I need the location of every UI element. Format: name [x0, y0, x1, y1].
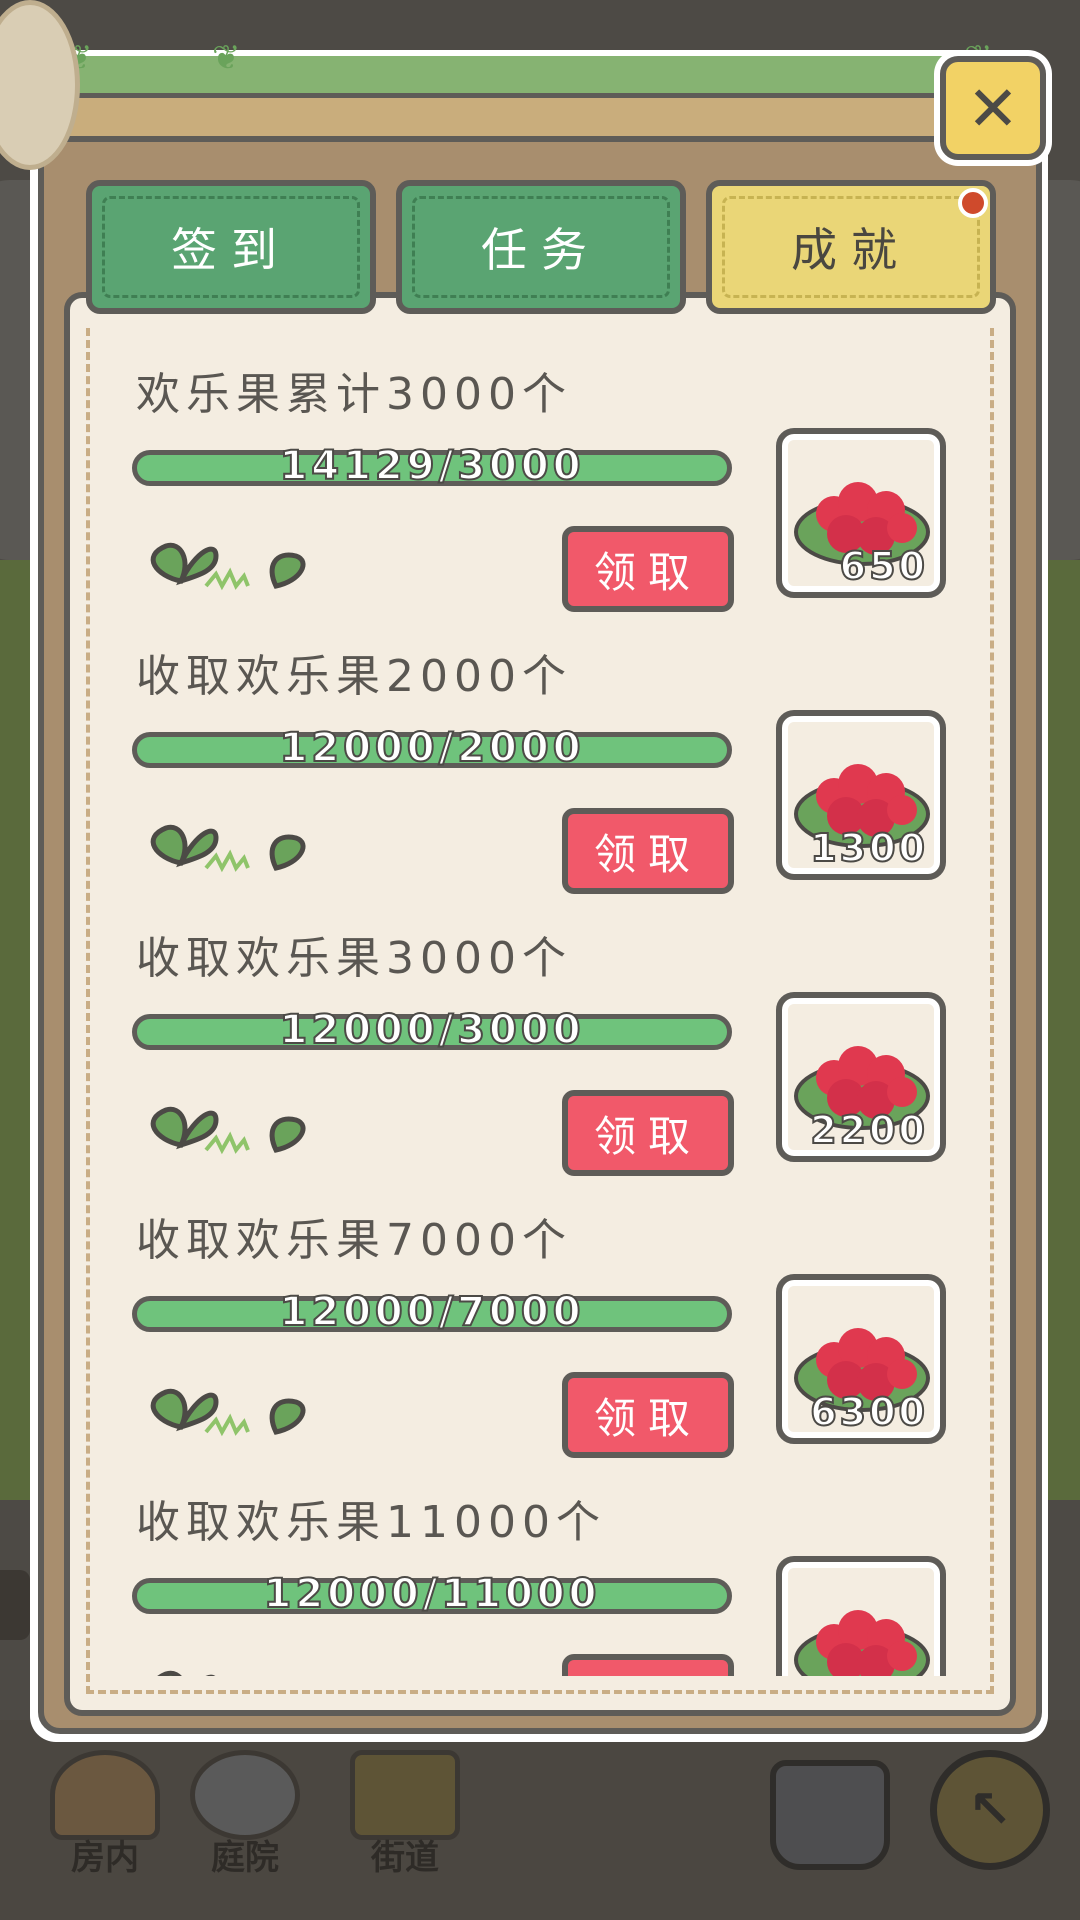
nav-street[interactable]: 街道 — [350, 1750, 460, 1879]
sprout-icon: ❦ — [212, 38, 241, 78]
achievement-title: 欢乐果累计3000个 — [136, 369, 572, 420]
achievement-item: 收取欢乐果3000个 12000/3000 领取 2200 — [70, 862, 1010, 1176]
return-arrow-icon[interactable]: ↖ — [930, 1750, 1050, 1870]
tab-achievements-label: 成就 — [791, 223, 911, 277]
bottom-nav: 房内 庭院 街道 ↖ — [0, 1730, 1080, 1920]
tab-checkin-label: 签到 — [171, 223, 291, 277]
nav-room-label: 房内 — [71, 1838, 139, 1878]
signpost-icon — [350, 1750, 460, 1840]
progress-text: 12000/11000 — [263, 1570, 601, 1618]
achievement-item: 收取欢乐果2000个 12000/2000 领取 1300 — [70, 580, 1010, 894]
progress-text: 12000/2000 — [278, 724, 585, 772]
progress-bar: 12000/3000 — [132, 1006, 732, 1054]
nav-yard-label: 庭院 — [211, 1838, 279, 1878]
achievement-item: 收取欢乐果11000个 12000/11000 — [70, 1426, 1010, 1676]
notification-dot — [958, 188, 988, 218]
achievement-list[interactable]: 欢乐果累计3000个 14129/3000 领取 650 收取欢乐果2000个 … — [70, 298, 1010, 1676]
sprout-leaves-icon — [157, 1670, 216, 1676]
nav-street-label: 街道 — [371, 1838, 439, 1878]
close-button[interactable]: ✕ — [940, 56, 1046, 160]
house-icon[interactable] — [770, 1760, 890, 1870]
progress-bar: 14129/3000 — [132, 442, 732, 490]
achievement-title: 收取欢乐果3000个 — [136, 933, 572, 984]
claim-button[interactable] — [562, 1654, 734, 1676]
reward-card: 6300 — [776, 1274, 946, 1444]
bush-icon — [190, 1750, 300, 1840]
achievement-title: 收取欢乐果2000个 — [136, 651, 572, 702]
tab-tasks-label: 任务 — [481, 223, 601, 277]
fruit-plate-icon — [794, 1610, 930, 1676]
reward-card — [776, 1556, 946, 1676]
dialog-grass-trim — [44, 56, 1036, 98]
achievement-title: 收取欢乐果11000个 — [136, 1497, 606, 1548]
achievement-item: 欢乐果累计3000个 14129/3000 领取 650 — [70, 298, 1010, 612]
door-icon — [50, 1750, 160, 1840]
scroll-left-arrow — [0, 1570, 30, 1640]
progress-text: 12000/3000 — [278, 1006, 585, 1054]
tab-achievements[interactable]: 成就 — [706, 180, 996, 314]
reward-card: 2200 — [776, 992, 946, 1162]
achievement-sheet: 欢乐果累计3000个 14129/3000 领取 650 收取欢乐果2000个 … — [64, 292, 1016, 1716]
nav-yard[interactable]: 庭院 — [190, 1750, 300, 1879]
progress-bar: 12000/2000 — [132, 724, 732, 772]
nav-room[interactable]: 房内 — [50, 1750, 160, 1879]
tab-tasks[interactable]: 任务 — [396, 180, 686, 314]
reward-card: 650 — [776, 428, 946, 598]
progress-text: 14129/3000 — [278, 442, 585, 490]
achievement-title: 收取欢乐果7000个 — [136, 1215, 572, 1266]
progress-bar: 12000/7000 — [132, 1288, 732, 1336]
progress-bar: 12000/11000 — [132, 1570, 732, 1618]
progress-text: 12000/7000 — [278, 1288, 585, 1336]
tab-checkin[interactable]: 签到 — [86, 180, 376, 314]
reward-card: 1300 — [776, 710, 946, 880]
achievement-item: 收取欢乐果7000个 12000/7000 领取 6300 — [70, 1144, 1010, 1458]
